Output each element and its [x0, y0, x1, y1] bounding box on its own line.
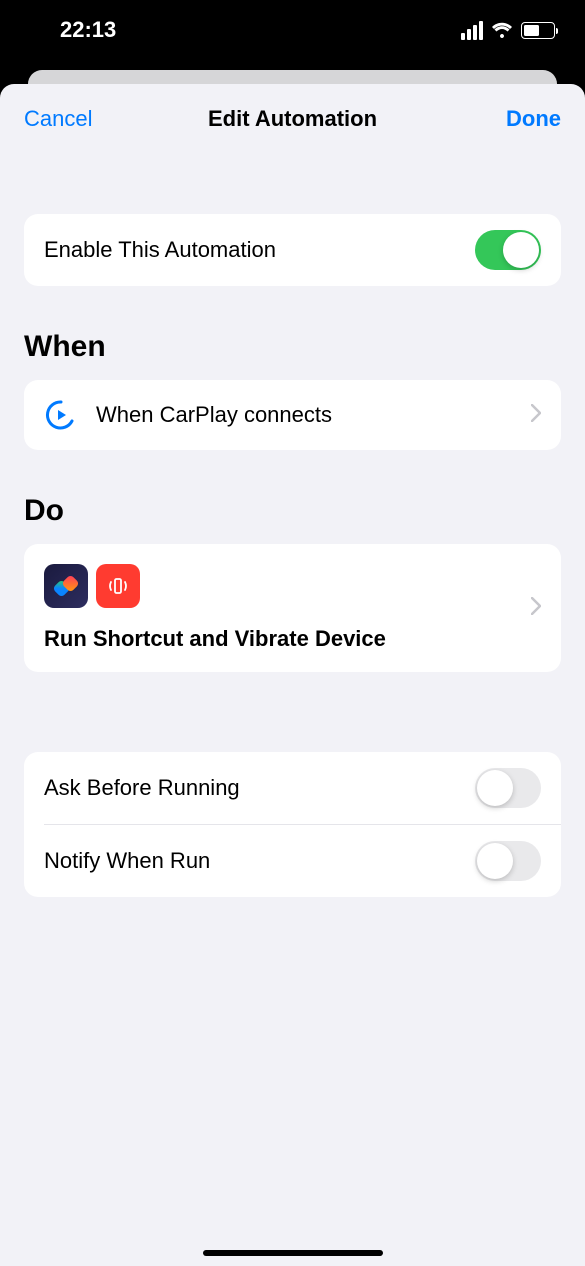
navigation-bar: Cancel Edit Automation Done	[0, 84, 585, 154]
ask-label: Ask Before Running	[44, 775, 475, 801]
when-trigger-row[interactable]: When CarPlay connects	[24, 380, 561, 450]
home-indicator[interactable]	[203, 1250, 383, 1256]
enable-card: Enable This Automation	[24, 214, 561, 286]
battery-icon	[521, 22, 555, 39]
status-time: 22:13	[60, 17, 116, 43]
notify-toggle[interactable]	[475, 841, 541, 881]
status-bar: 22:13	[0, 0, 585, 60]
wifi-icon	[491, 22, 513, 38]
done-button[interactable]: Done	[506, 106, 561, 132]
action-icons	[44, 564, 531, 608]
when-section-header: When	[24, 330, 561, 364]
cancel-button[interactable]: Cancel	[24, 106, 92, 132]
carplay-icon	[44, 398, 78, 432]
ask-toggle[interactable]	[475, 768, 541, 808]
vibrate-device-icon	[96, 564, 140, 608]
cellular-signal-icon	[461, 21, 483, 40]
modal-sheet: Cancel Edit Automation Done Enable This …	[0, 84, 585, 1266]
enable-automation-row: Enable This Automation	[24, 214, 561, 286]
when-trigger-text: When CarPlay connects	[96, 402, 513, 428]
shortcuts-app-icon	[44, 564, 88, 608]
notify-label: Notify When Run	[44, 848, 475, 874]
do-actions-row[interactable]: Run Shortcut and Vibrate Device	[24, 544, 561, 672]
status-icons	[461, 21, 555, 40]
chevron-right-icon	[531, 595, 541, 621]
enable-label: Enable This Automation	[44, 237, 475, 263]
do-actions-text: Run Shortcut and Vibrate Device	[44, 626, 531, 652]
do-card: Run Shortcut and Vibrate Device	[24, 544, 561, 672]
do-section-header: Do	[24, 494, 561, 528]
notify-when-run-row: Notify When Run	[24, 825, 561, 897]
ask-before-running-row: Ask Before Running	[24, 752, 561, 824]
content-area: Enable This Automation When When CarPlay…	[0, 154, 585, 1266]
enable-toggle[interactable]	[475, 230, 541, 270]
chevron-right-icon	[531, 402, 541, 428]
settings-card: Ask Before Running Notify When Run	[24, 752, 561, 897]
when-card: When CarPlay connects	[24, 380, 561, 450]
